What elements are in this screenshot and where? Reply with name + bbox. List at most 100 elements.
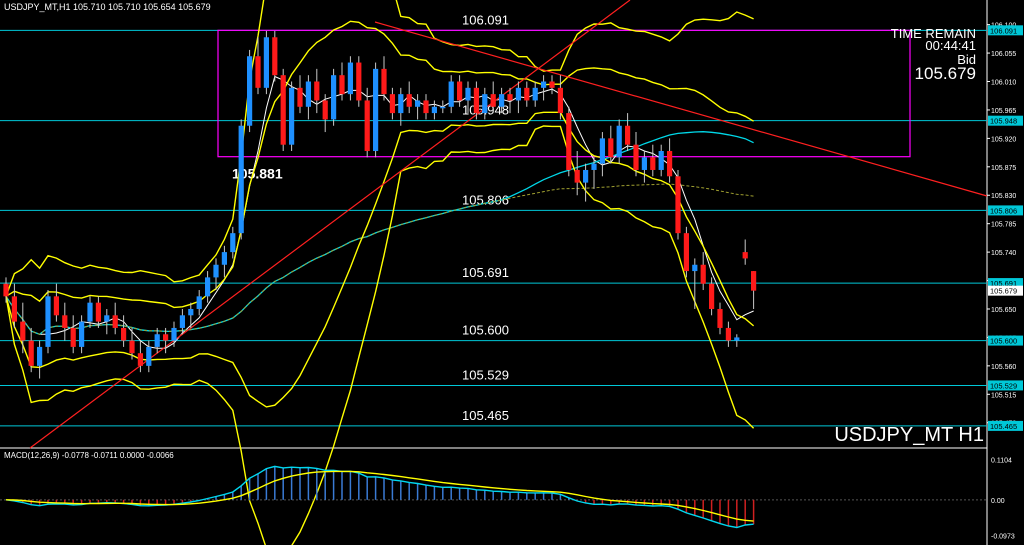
price-tag-label: 106.091 xyxy=(990,26,1017,35)
candle-body xyxy=(717,308,723,328)
price-tick-label: 105.875 xyxy=(991,165,1016,172)
candle-body xyxy=(700,264,706,284)
candle-body xyxy=(465,87,471,101)
candle-body xyxy=(272,37,278,76)
candle-body xyxy=(62,315,68,328)
candle-body xyxy=(599,138,605,164)
candle-body xyxy=(137,353,143,366)
candle-body xyxy=(742,252,748,259)
candle-body xyxy=(339,75,345,95)
candle-body xyxy=(389,94,395,114)
level-label: 105.691 xyxy=(462,265,509,280)
candle-body xyxy=(709,283,715,309)
candle-body xyxy=(37,346,43,366)
candle-body xyxy=(314,81,320,101)
candle-body xyxy=(112,315,118,328)
level-label: 106.091 xyxy=(462,12,509,27)
level-label: 105.600 xyxy=(462,323,509,338)
candle-body xyxy=(356,62,362,101)
candle-body xyxy=(289,87,295,145)
chart-header: USDJPY_MT,H1 105.710 105.710 105.654 105… xyxy=(4,2,211,12)
candle-body xyxy=(566,113,572,170)
candle-body xyxy=(179,315,185,328)
candle-body xyxy=(734,337,740,341)
candle-body xyxy=(608,138,614,158)
candle-body xyxy=(406,94,412,107)
candle-body xyxy=(415,100,421,107)
price-tick-label: 105.830 xyxy=(991,193,1016,200)
candle-body xyxy=(230,233,236,253)
candle-body xyxy=(482,94,488,114)
candle-body xyxy=(431,106,437,114)
candle-body xyxy=(557,87,563,114)
candle-body xyxy=(121,327,127,341)
price-tick-label: 105.560 xyxy=(991,364,1016,371)
candle-body xyxy=(171,327,177,341)
candle-body xyxy=(280,75,286,145)
macd-tick-label: 0.00 xyxy=(991,498,1005,505)
candle-body xyxy=(331,75,337,120)
candle-body xyxy=(507,94,513,101)
price-tick-label: 106.055 xyxy=(991,51,1016,58)
candle-body xyxy=(658,151,664,170)
candle-body xyxy=(499,94,505,107)
candle-body xyxy=(70,327,76,347)
candle-body xyxy=(205,277,211,297)
candle-body xyxy=(650,157,656,170)
price-tag-label: 105.529 xyxy=(990,381,1017,390)
candle-body xyxy=(255,56,261,88)
price-tag-label: 105.600 xyxy=(990,337,1017,346)
candle-body xyxy=(163,334,169,341)
candle-body xyxy=(263,37,269,88)
candle-body xyxy=(381,68,387,95)
candle-body xyxy=(398,94,404,114)
price-tag-label: 105.948 xyxy=(990,117,1017,126)
candle-body xyxy=(583,169,589,183)
candle-body xyxy=(146,346,152,366)
candle-body xyxy=(3,283,9,297)
candle-body xyxy=(373,68,379,152)
candle-body xyxy=(53,296,59,316)
candle-body xyxy=(364,100,370,152)
candle-body xyxy=(95,302,101,322)
candle-body xyxy=(154,334,160,347)
candle-body xyxy=(188,308,194,316)
level-label: 105.465 xyxy=(462,408,509,423)
candle-body xyxy=(196,296,202,309)
symbol-label: USDJPY_MT H1 xyxy=(834,424,984,446)
time-remain-value: 00:44:41 xyxy=(925,38,976,53)
candle-body xyxy=(305,81,311,107)
bid-value: 105.679 xyxy=(914,64,976,83)
candle-body xyxy=(549,81,555,88)
macd-header: MACD(12,26,9) -0.0778 -0.0711 0.0000 -0.… xyxy=(4,451,174,460)
price-tick-label: 105.515 xyxy=(991,392,1016,399)
candle-body xyxy=(129,340,135,354)
candle-body xyxy=(79,321,85,347)
candle-body xyxy=(524,87,530,101)
candle-body xyxy=(591,163,597,170)
candle-body xyxy=(297,87,303,107)
candle-body xyxy=(11,296,17,322)
candle-body xyxy=(28,340,34,366)
candle-body xyxy=(675,176,681,234)
candle-body xyxy=(641,157,647,170)
level-label: 105.529 xyxy=(462,367,509,382)
candle-body xyxy=(440,106,446,109)
candle-body xyxy=(616,125,622,158)
candle-body xyxy=(45,296,51,347)
candle-body xyxy=(213,264,219,278)
candle-body xyxy=(347,62,353,95)
candle-body xyxy=(725,327,731,341)
price-chart[interactable]: 106.091 105.948 105.806 105.691 105.600 105.5… xyxy=(0,0,1024,545)
price-tag-label: 105.465 xyxy=(990,422,1017,431)
candle-body xyxy=(633,144,639,170)
candle-body xyxy=(751,271,757,291)
macd-tick-label: 0.1104 xyxy=(991,458,1012,465)
candle-body xyxy=(625,125,631,145)
price-tag-label: 105.806 xyxy=(990,206,1017,215)
price-tick-label: 106.010 xyxy=(991,80,1016,87)
candle-body xyxy=(221,252,227,265)
candle-body xyxy=(473,87,479,114)
candle-body xyxy=(515,87,521,101)
price-tick-label: 105.965 xyxy=(991,108,1016,115)
